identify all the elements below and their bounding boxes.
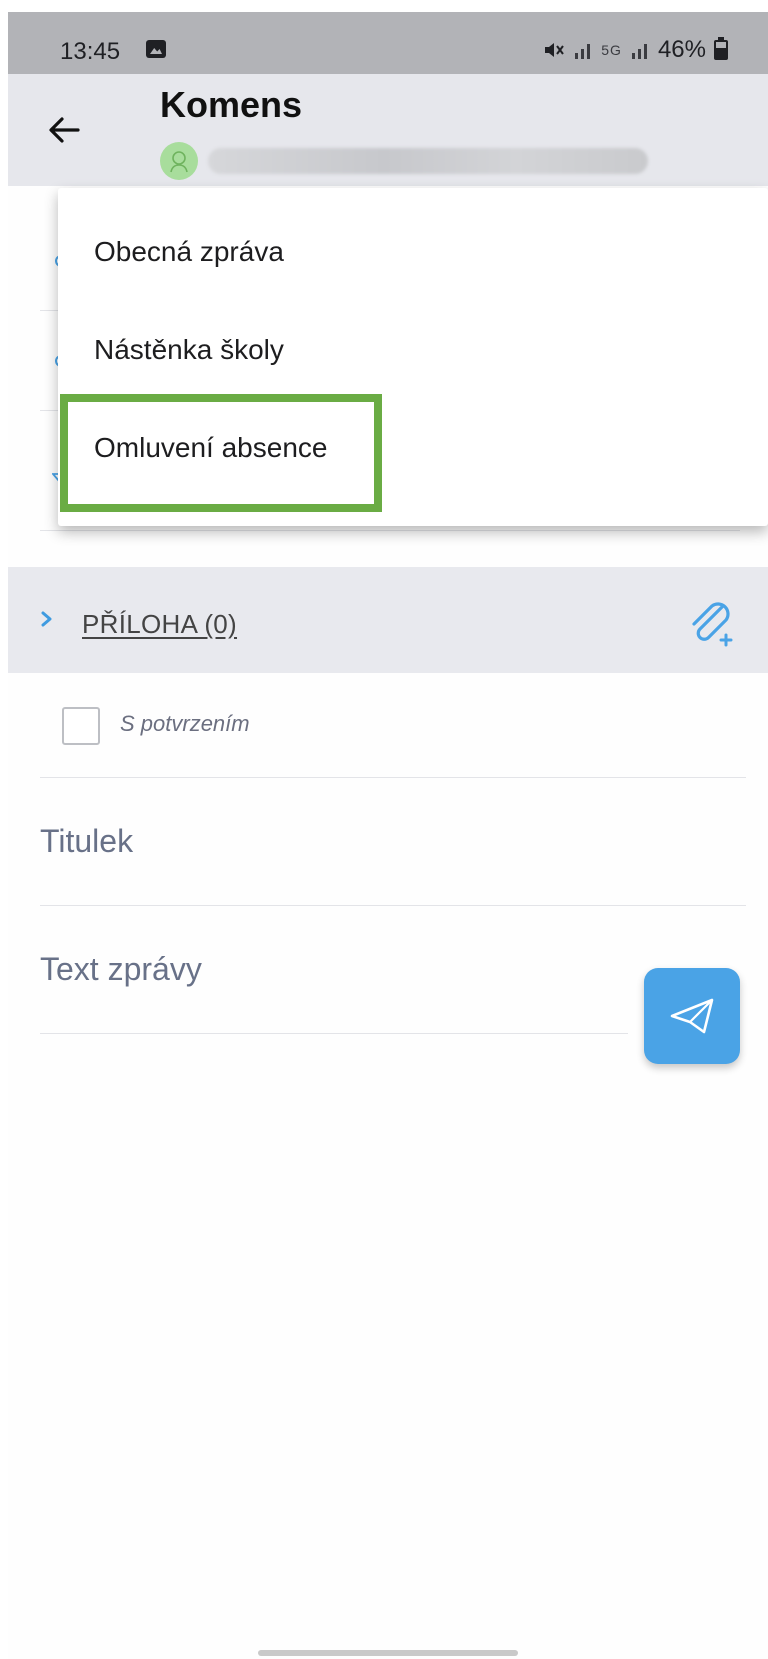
confirm-checkbox[interactable] [62,707,100,745]
attachment-toggle[interactable]: PŘÍLOHA (0) [82,609,237,640]
person-icon [170,151,188,173]
status-time: 13:45 [60,38,121,65]
menu-item-general-message[interactable]: Obecná zpráva [58,202,768,302]
message-type-menu: Obecná zpráva Nástěnka školy Omluvení ab… [58,188,768,526]
title-placeholder: Titulek [40,823,134,859]
arrow-left-icon[interactable] [44,110,84,150]
attachment-section[interactable]: PŘÍLOHA (0) [8,567,768,673]
gallery-notification-icon [146,40,166,58]
status-bar: 13:45 5G 46% [8,12,768,74]
confirm-row: S potvrzením [40,673,746,778]
page-title: Komens [160,84,303,125]
chevron-right-icon[interactable] [38,607,56,631]
app-bar: Komens [8,74,768,186]
message-text-field[interactable]: Text zprávy [40,905,628,1034]
send-button[interactable] [644,968,740,1064]
menu-item-school-board[interactable]: Nástěnka školy [58,300,768,400]
menu-item-absence-excuse[interactable]: Omluvení absence [58,398,768,498]
paperclip-plus-icon[interactable] [686,597,738,649]
home-indicator[interactable] [258,1650,518,1656]
paper-plane-icon [670,998,714,1034]
recipient-redacted [208,148,648,174]
message-placeholder: Text zprávy [40,951,202,987]
mute-icon [545,43,565,57]
network-type: 5G [601,42,622,58]
battery-icon [714,37,728,60]
title-field[interactable]: Titulek [40,777,746,906]
menu-item-label: Nástěnka školy [94,334,284,365]
menu-item-label: Omluvení absence [94,432,328,463]
avatar [160,142,198,180]
menu-item-label: Obecná zpráva [94,236,284,267]
app-screen: 13:45 5G 46% Komens PŘÍLOHA (0) S potvrz… [8,12,768,1659]
signal-icon-2 [631,44,647,59]
confirm-label: S potvrzením [120,711,250,736]
battery-percent: 46% [657,36,706,63]
signal-icon [575,44,591,59]
status-indicators: 5G 46% [543,36,728,64]
